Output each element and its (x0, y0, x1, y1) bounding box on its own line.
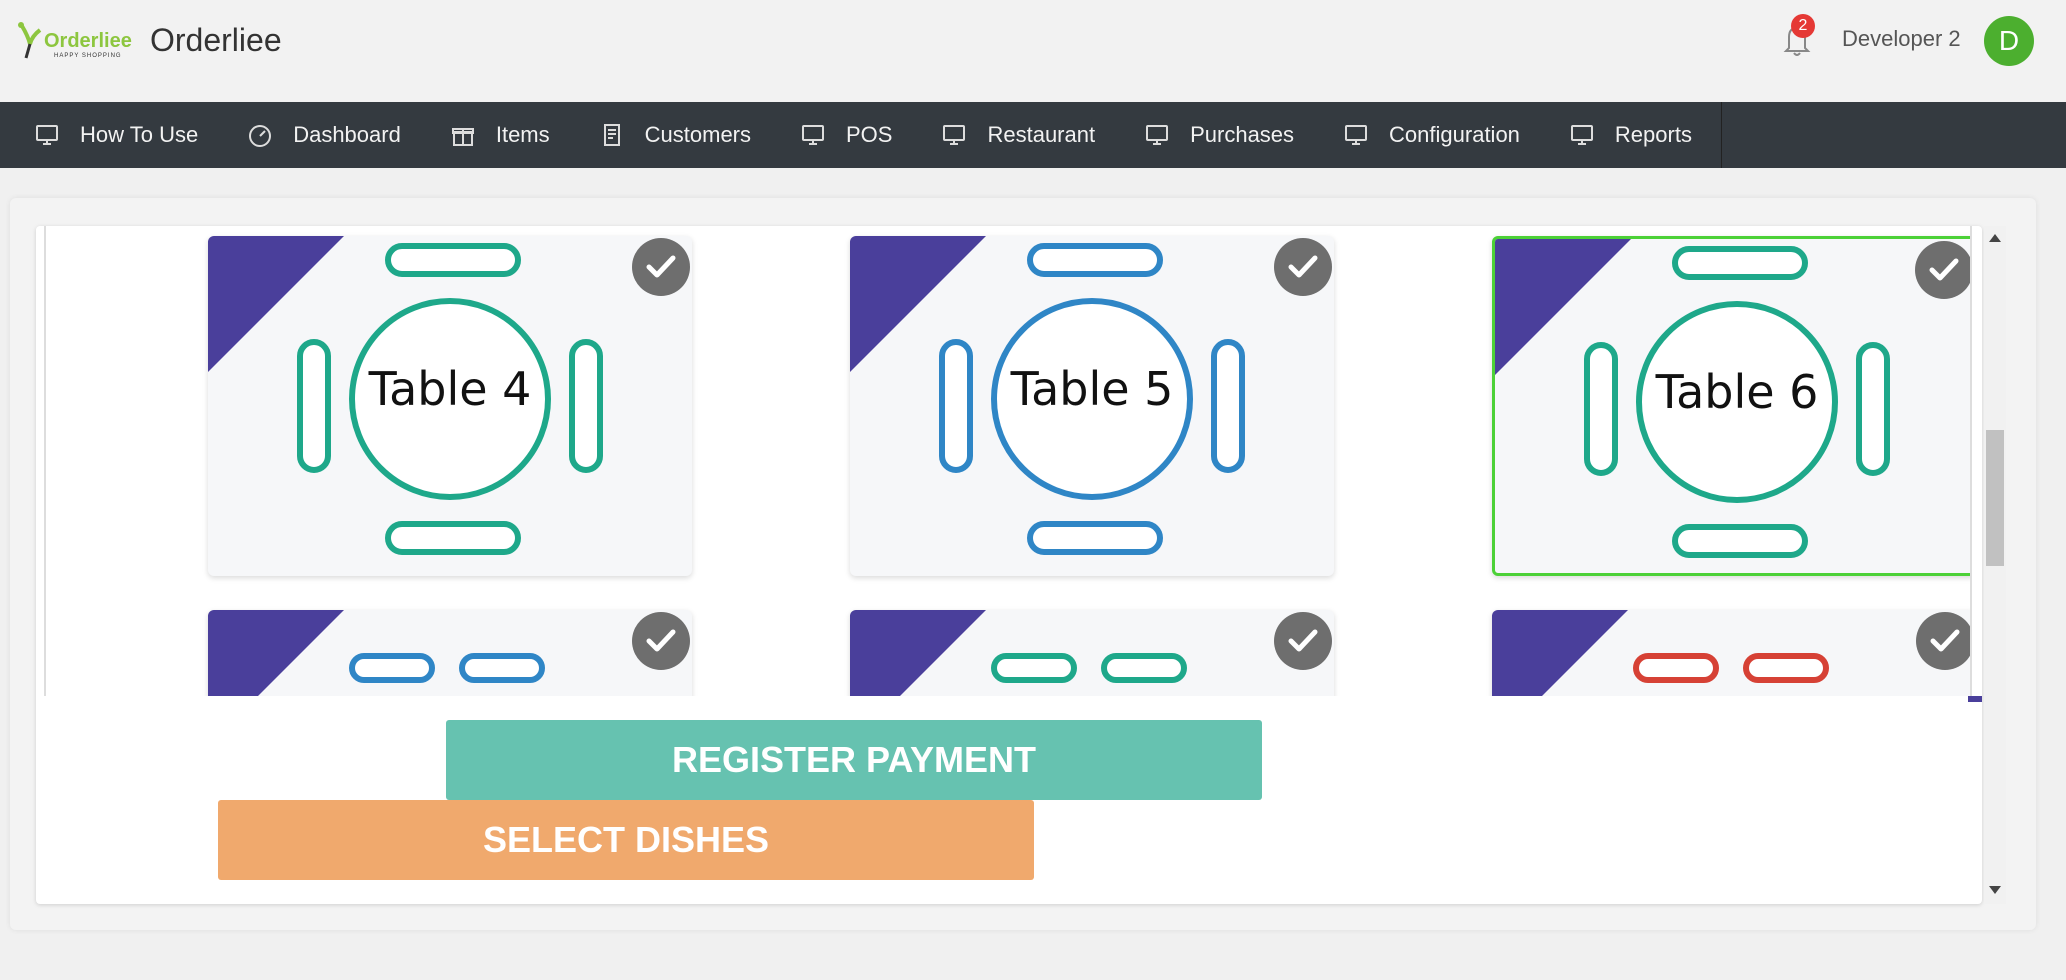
table-label: Table 6 (1655, 365, 1819, 419)
nav-item-label: How To Use (80, 122, 199, 147)
table-card[interactable] (850, 610, 1334, 696)
nav-item-label: Customers (644, 122, 751, 147)
table-card[interactable]: Table 5 (850, 236, 1334, 576)
grid-divider (1970, 226, 1972, 696)
nav-item-label: POS (846, 122, 893, 147)
nav-item-label: Purchases (1190, 122, 1295, 147)
app-logo[interactable]: Orderliee HAPPY SHOPPING (16, 20, 132, 66)
gift-icon (450, 122, 476, 148)
check-icon[interactable] (1274, 612, 1332, 670)
nav-item-reports[interactable]: Reports (1569, 102, 1692, 168)
nav-item-label: Reports (1614, 122, 1692, 147)
nav-item-dashboard[interactable]: Dashboard (247, 102, 401, 168)
monitor-icon (800, 122, 826, 148)
app-title: Orderliee (150, 22, 282, 58)
check-icon[interactable] (1274, 238, 1332, 296)
nav-item-how-to-use[interactable]: How To Use (34, 102, 198, 168)
user-name[interactable]: Developer 2 (1842, 26, 1961, 52)
table-diagram (1633, 653, 1829, 683)
check-icon[interactable] (1916, 612, 1972, 670)
check-icon[interactable] (632, 238, 690, 296)
monitor-icon (34, 122, 60, 148)
monitor-icon (941, 122, 967, 148)
nav-item-label: Configuration (1389, 122, 1520, 147)
nav-item-configuration[interactable]: Configuration (1343, 102, 1520, 168)
dashboard-icon (247, 122, 273, 148)
main-nav: How To Use Dashboard Items Customers POS Rest… (0, 102, 2066, 168)
scroll-up-arrow-icon[interactable] (1989, 234, 2001, 242)
table-label: Table 4 (368, 362, 532, 416)
nav-item-label: Dashboard (293, 122, 401, 147)
table-card[interactable]: Table 6 (1492, 236, 1972, 576)
logo-subtext: HAPPY SHOPPING (54, 53, 122, 59)
table-card[interactable]: Table 4 (208, 236, 692, 576)
avatar[interactable]: D (1984, 16, 2034, 66)
logo-figure-icon (18, 22, 42, 59)
monitor-icon (1144, 122, 1170, 148)
monitor-icon (1343, 122, 1369, 148)
nav-item-customers[interactable]: Customers (599, 102, 751, 168)
select-dishes-button[interactable]: SELECT DISHES (218, 800, 1034, 880)
scroll-thumb[interactable] (1986, 430, 2004, 566)
nav-item-purchases[interactable]: Purchases (1144, 102, 1294, 168)
check-icon[interactable] (632, 612, 690, 670)
customers-icon (599, 122, 625, 148)
table-card[interactable] (1492, 610, 1972, 696)
table-card[interactable] (208, 610, 692, 696)
logo-text: Orderliee (44, 30, 132, 52)
table-diagram (349, 653, 545, 683)
nav-item-label: Restaurant (987, 122, 1096, 147)
tables-grid: Table 4 Table 5 Table 6 (44, 226, 1972, 696)
notification-badge: 2 (1791, 14, 1815, 38)
table-label: Table 5 (1010, 362, 1174, 416)
nav-item-pos[interactable]: POS (800, 102, 892, 168)
card-edge-mark (1968, 696, 1982, 702)
table-diagram (991, 653, 1187, 683)
nav-item-label: Items (495, 122, 550, 147)
register-payment-button[interactable]: REGISTER PAYMENT (446, 720, 1262, 800)
top-header: Orderliee HAPPY SHOPPING Orderliee 2 Dev… (0, 0, 2066, 102)
nav-item-restaurant[interactable]: Restaurant (941, 102, 1095, 168)
monitor-icon (1569, 122, 1595, 148)
scroll-down-arrow-icon[interactable] (1989, 886, 2001, 894)
check-icon[interactable] (1915, 241, 1972, 299)
nav-item-items[interactable]: Items (450, 102, 550, 168)
